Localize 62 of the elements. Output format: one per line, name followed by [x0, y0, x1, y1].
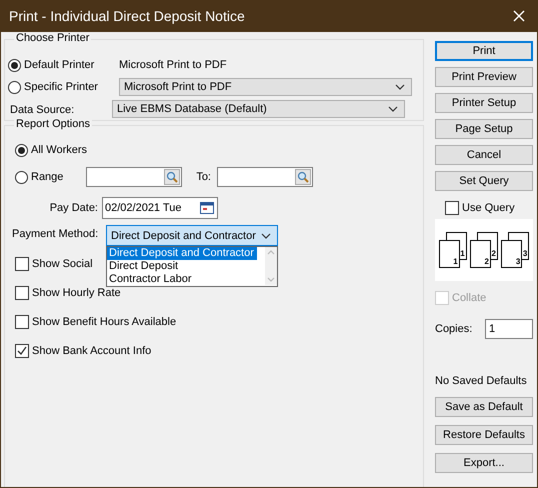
action-button[interactable]: Printer Setup	[435, 93, 533, 113]
field-label: Pay Date:	[48, 202, 98, 214]
printer-name: Microsoft Print to PDF	[119, 58, 227, 73]
page-number: 1	[460, 249, 466, 259]
checkbox[interactable]	[15, 256, 29, 270]
dropdown-option[interactable]: Contractor Labor	[107, 273, 257, 286]
printer-dropdown[interactable]: Microsoft Print to PDF	[119, 78, 412, 96]
radio-label: All Workers	[31, 144, 88, 156]
copies-field[interactable]: 1	[485, 319, 533, 339]
action-button[interactable]: Cancel	[435, 145, 533, 165]
checkbox-label: Use Query	[462, 202, 515, 214]
scrollbar[interactable]	[265, 247, 277, 285]
field-label: Payment Method:	[11, 228, 100, 240]
dropdown-option[interactable]: Direct Deposit	[107, 260, 257, 273]
chevron-down-icon	[395, 84, 405, 90]
field-label: Data Source:	[9, 104, 76, 116]
field-label: Copies:	[435, 323, 472, 335]
radio-label: Specific Printer	[24, 81, 99, 93]
radio-button[interactable]	[8, 80, 21, 94]
group-title: Report Options	[14, 118, 92, 130]
action-button[interactable]: Print Preview	[435, 67, 533, 87]
radio-label: Range	[31, 171, 64, 183]
checkbox-label: Show Social	[32, 258, 93, 270]
radio-button[interactable]	[8, 58, 21, 72]
field-label: To:	[195, 171, 211, 183]
radio-button[interactable]	[15, 170, 28, 184]
chevron-down-icon	[388, 106, 398, 112]
page-number: 3	[522, 249, 528, 259]
close-icon[interactable]	[513, 10, 525, 22]
search-icon[interactable]	[164, 169, 180, 185]
group-title: Choose Printer	[14, 32, 92, 44]
payment-method-dropdown[interactable]: Direct Deposit and Contractor	[106, 225, 278, 246]
checkbox-label: Show Benefit Hours Available	[32, 316, 176, 328]
input-field[interactable]	[217, 167, 313, 187]
page-number: 2	[492, 249, 497, 259]
date-field[interactable]: 02/02/2021 Tue	[102, 197, 218, 219]
data-source-dropdown[interactable]: Live EBMS Database (Default)	[112, 100, 405, 118]
page-number: 1	[453, 257, 459, 267]
window-title: Print - Individual Direct Deposit Notice	[9, 8, 245, 24]
action-button[interactable]: Page Setup	[435, 119, 533, 139]
checkbox-label: Collate	[452, 292, 486, 304]
page-number: 2	[484, 257, 490, 267]
action-button[interactable]: Save as Default	[435, 397, 533, 417]
checkbox[interactable]	[445, 201, 459, 215]
checkbox-label: Show Hourly Rate	[32, 286, 121, 298]
defaults-status: No Saved Defaults	[435, 375, 528, 387]
radio-label: Default Printer	[24, 59, 96, 71]
search-icon[interactable]	[295, 169, 311, 185]
calendar-icon[interactable]	[200, 202, 214, 214]
action-button[interactable]: Print	[435, 41, 533, 61]
action-button[interactable]: Set Query	[435, 171, 533, 191]
checkbox[interactable]	[15, 344, 29, 358]
action-button[interactable]: Export...	[435, 453, 533, 473]
radio-button[interactable]	[15, 144, 28, 156]
input-field[interactable]	[86, 167, 182, 187]
checkbox-label: Show Bank Account Info	[32, 344, 152, 356]
action-button[interactable]: Restore Defaults	[435, 425, 533, 445]
checkbox[interactable]	[15, 286, 29, 300]
chevron-down-icon	[261, 232, 271, 238]
page-number: 3	[516, 257, 522, 267]
dropdown-option[interactable]: Direct Deposit and Contractor	[107, 247, 257, 260]
checkbox[interactable]	[15, 314, 29, 328]
